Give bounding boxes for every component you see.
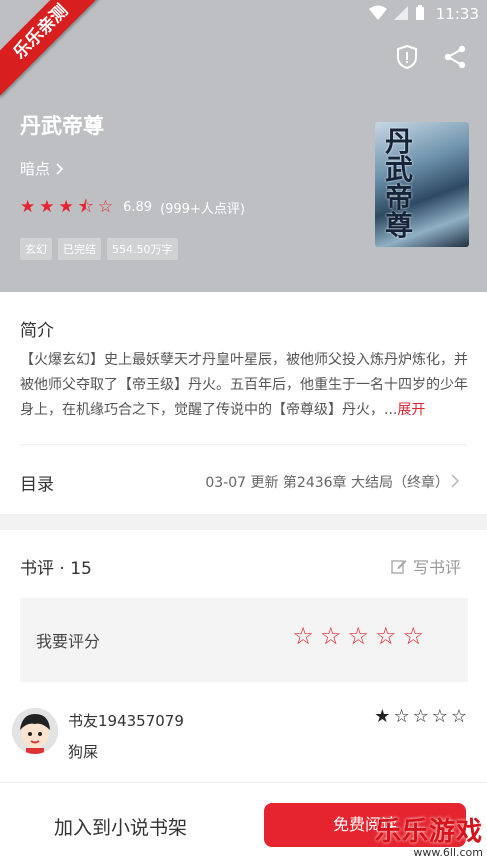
- report-shield-icon[interactable]: [395, 44, 419, 70]
- write-review-label: 写书评: [412, 558, 461, 577]
- book-rating: ★ ★ ★ ⯪ ☆ 6.89 (999+人点评): [20, 197, 245, 218]
- watermark-url: www.6ll.com: [413, 846, 483, 859]
- review-item: 书友194357079 狗屎 ★ ☆ ☆ ☆ ☆: [0, 698, 487, 788]
- rating-count: (999+人点评): [160, 202, 245, 217]
- intro-text: 【火爆玄幻】史上最妖孽天才丹皇叶星辰，被他师父投入炼丹炉炼化，并被他师父夺取了【…: [20, 348, 468, 423]
- star-filled-icon: ★: [20, 197, 36, 217]
- rating-score: 6.89: [123, 200, 153, 215]
- battery-icon: [416, 5, 424, 20]
- book-header: 11:33 乐乐亲测 丹武帝尊 暗点 ★ ★ ★ ⯪ ☆ 6.89 (999+人…: [0, 0, 487, 292]
- star-empty-icon[interactable]: ☆: [347, 624, 369, 648]
- review-username: 书友194357079: [68, 712, 184, 730]
- tag-word-count: 554.50万字: [107, 238, 178, 260]
- author-name: 暗点: [20, 160, 51, 178]
- star-empty-icon[interactable]: ☆: [375, 624, 397, 648]
- add-to-shelf-button[interactable]: 加入到小说书架: [54, 813, 187, 840]
- star-empty-icon[interactable]: ☆: [292, 624, 314, 648]
- star-empty-icon: ☆: [393, 706, 410, 727]
- star-empty-icon[interactable]: ☆: [402, 624, 424, 648]
- edit-icon: [391, 560, 407, 574]
- star-half-icon: ⯪: [77, 197, 94, 217]
- rate-label: 我要评分: [36, 632, 101, 651]
- signal-icon: [394, 6, 408, 20]
- book-title: 丹武帝尊: [20, 114, 104, 138]
- chevron-right-icon[interactable]: [451, 474, 459, 488]
- bottom-action-bar: 加入到小说书架 免费阅读 乐乐游戏 www.6ll.com: [0, 782, 487, 865]
- star-filled-icon: ★: [58, 197, 74, 217]
- wifi-icon: [369, 5, 387, 20]
- catalog-title: 目录: [20, 475, 54, 495]
- intro-title: 简介: [20, 321, 54, 341]
- star-empty-icon: ☆: [431, 706, 448, 727]
- status-icons: [369, 5, 425, 21]
- status-time: 11:33: [435, 5, 479, 23]
- star-empty-icon: ☆: [97, 197, 114, 217]
- star-empty-icon: ☆: [412, 706, 429, 727]
- star-empty-icon[interactable]: ☆: [320, 624, 342, 648]
- review-stars: ★ ☆ ☆ ☆ ☆: [374, 708, 467, 726]
- star-empty-icon: ☆: [450, 706, 467, 727]
- rate-box: 我要评分 ☆ ☆ ☆ ☆ ☆: [20, 598, 468, 682]
- book-tags: 玄幻 已完结 554.50万字: [20, 238, 178, 260]
- header-actions: [395, 44, 467, 70]
- avatar[interactable]: [12, 708, 58, 754]
- expand-link[interactable]: 展开: [397, 402, 425, 418]
- star-filled-icon: ★: [39, 197, 55, 217]
- cover-title: 丹武帝尊: [385, 125, 414, 242]
- site-watermark: 乐乐游戏 www.6ll.com: [375, 818, 483, 859]
- star-filled-icon: ★: [374, 706, 391, 727]
- book-cover: 丹武帝尊: [375, 122, 469, 247]
- review-title: 书评 · 15: [20, 559, 92, 579]
- share-icon[interactable]: [443, 44, 467, 70]
- review-content: 狗屎: [68, 743, 99, 761]
- latest-chapter[interactable]: 03-07 更新 第2436章 大结局（终章）: [205, 472, 449, 492]
- intro-card: 简介 【火爆玄幻】史上最妖孽天才丹皇叶星辰，被他师父投入炼丹炉炼化，并被他师父夺…: [0, 292, 487, 514]
- author-link[interactable]: 暗点: [20, 158, 64, 179]
- chevron-right-icon: [56, 162, 64, 175]
- watermark-logo: 乐乐游戏: [374, 817, 483, 847]
- tag-status: 已完结: [58, 238, 101, 260]
- write-review-button[interactable]: 写书评: [391, 554, 461, 578]
- divider: [20, 444, 467, 445]
- rate-stars: ☆ ☆ ☆ ☆ ☆: [292, 624, 424, 648]
- tag-genre: 玄幻: [20, 238, 52, 260]
